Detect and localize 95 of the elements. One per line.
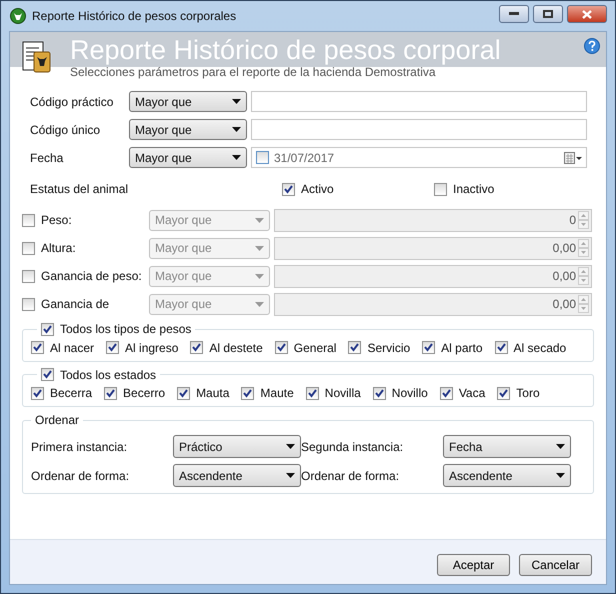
option-checkbox[interactable]: Al ingreso bbox=[106, 340, 178, 354]
option-checkbox[interactable]: Al parto bbox=[422, 340, 483, 354]
operator-dropdown[interactable]: Mayor que bbox=[129, 91, 247, 112]
caret-icon bbox=[232, 99, 241, 104]
field-label: Código único bbox=[30, 122, 102, 136]
value-field[interactable] bbox=[251, 119, 587, 140]
spinner-arrows-icon[interactable] bbox=[578, 295, 589, 313]
operator-dropdown[interactable]: Mayor que bbox=[129, 147, 247, 168]
caret-icon bbox=[556, 473, 565, 478]
check-icon bbox=[108, 343, 118, 352]
caret-icon bbox=[255, 246, 264, 250]
check-icon bbox=[33, 343, 42, 352]
option-checkbox[interactable]: Al nacer bbox=[31, 340, 94, 354]
maximize-button[interactable] bbox=[533, 5, 563, 23]
status-label: Estatus del animal bbox=[30, 182, 130, 196]
report-title: Reporte Histórico de pesos corporal bbox=[70, 36, 502, 64]
number-field[interactable]: 0,00 bbox=[274, 292, 592, 316]
group-checkbox[interactable]: Todos los tipos de pesos bbox=[41, 322, 192, 336]
check-icon bbox=[350, 343, 360, 352]
check-icon bbox=[106, 388, 116, 398]
number-field[interactable]: 0,00 bbox=[274, 236, 592, 260]
check-icon bbox=[442, 388, 451, 398]
value-field[interactable] bbox=[251, 91, 587, 112]
check-icon bbox=[243, 388, 252, 398]
caret-icon bbox=[255, 302, 264, 306]
field-label: Ordenar de forma: bbox=[31, 468, 130, 482]
check-icon bbox=[496, 343, 506, 352]
close-icon bbox=[582, 10, 592, 18]
number-field[interactable]: 0,00 bbox=[274, 264, 592, 288]
operator-dropdown[interactable]: Mayor que bbox=[129, 119, 247, 140]
caret-icon bbox=[255, 218, 264, 222]
check-icon bbox=[284, 184, 293, 194]
dialog-button[interactable]: Aceptar bbox=[437, 554, 510, 576]
status-checkbox[interactable]: Activo bbox=[282, 182, 434, 196]
caret-icon bbox=[232, 155, 241, 160]
date-picker[interactable]: 31/07/2017 bbox=[251, 147, 587, 168]
field-label: Primera instancia: bbox=[31, 440, 128, 454]
check-icon bbox=[276, 343, 286, 352]
option-checkbox[interactable]: General bbox=[274, 340, 336, 354]
check-icon bbox=[33, 388, 42, 398]
filter-checkbox[interactable]: Ganancia de peso: bbox=[22, 269, 149, 283]
field-label: Fecha bbox=[30, 150, 64, 164]
check-icon bbox=[43, 370, 52, 379]
check-icon bbox=[192, 343, 202, 352]
bull-icon bbox=[10, 8, 26, 24]
caret-icon bbox=[556, 444, 565, 449]
filter-checkbox[interactable]: Altura: bbox=[22, 241, 149, 255]
check-icon bbox=[43, 324, 52, 334]
option-checkbox[interactable]: Becerra bbox=[31, 386, 92, 400]
field-label: Segunda instancia: bbox=[301, 440, 404, 454]
status-checkbox[interactable]: Inactivo bbox=[434, 182, 586, 196]
caret-icon bbox=[286, 444, 295, 449]
option-checkbox[interactable]: Mauta bbox=[177, 386, 230, 400]
minimize-button[interactable] bbox=[499, 5, 529, 23]
spinner-arrows-icon[interactable] bbox=[578, 211, 589, 229]
spinner-arrows-icon[interactable] bbox=[578, 239, 589, 257]
filter-checkbox[interactable]: Peso: bbox=[22, 213, 149, 227]
number-field[interactable]: 0 bbox=[274, 208, 592, 232]
sort-dropdown[interactable]: Fecha bbox=[443, 435, 571, 458]
option-checkbox[interactable]: Becerro bbox=[104, 386, 166, 400]
check-icon bbox=[424, 343, 434, 352]
option-checkbox[interactable]: Novilla bbox=[306, 386, 361, 400]
field-label: Código práctico bbox=[30, 94, 114, 108]
sort-dropdown[interactable]: Ascendente bbox=[173, 464, 301, 487]
maximize-icon bbox=[543, 10, 553, 18]
option-checkbox[interactable]: Al destete bbox=[190, 340, 263, 354]
dialog-button[interactable]: Cancelar bbox=[519, 554, 592, 576]
sort-dropdown[interactable]: Práctico bbox=[173, 435, 301, 458]
group-checkbox[interactable]: Todos los estados bbox=[41, 368, 156, 382]
window-title: Reporte Histórico de pesos corporales bbox=[32, 9, 236, 23]
option-checkbox[interactable]: Maute bbox=[241, 386, 294, 400]
caret-icon bbox=[286, 473, 295, 478]
date-checkbox[interactable] bbox=[256, 151, 269, 164]
check-icon bbox=[499, 388, 508, 398]
help-icon[interactable] bbox=[584, 38, 600, 54]
caret-icon bbox=[232, 127, 241, 132]
sort-dropdown[interactable]: Ascendente bbox=[443, 464, 571, 487]
minimize-icon bbox=[509, 12, 519, 16]
close-button[interactable] bbox=[567, 5, 607, 23]
option-checkbox[interactable]: Toro bbox=[497, 386, 540, 400]
option-checkbox[interactable]: Vaca bbox=[440, 386, 486, 400]
field-label: Ordenar de forma: bbox=[301, 468, 400, 482]
report-subtitle: Selecciones parámetros para el reporte de la hacienda Demostrativa bbox=[70, 65, 437, 79]
check-icon bbox=[179, 388, 188, 398]
caret-icon bbox=[255, 274, 264, 278]
check-icon bbox=[374, 388, 384, 398]
spinner-arrows-icon[interactable] bbox=[578, 267, 589, 285]
check-icon bbox=[308, 388, 317, 398]
group-title: Ordenar bbox=[34, 413, 80, 427]
report-icon bbox=[22, 40, 52, 74]
option-checkbox[interactable]: Al secado bbox=[494, 340, 566, 354]
option-checkbox[interactable]: Novillo bbox=[372, 386, 428, 400]
calendar-icon[interactable] bbox=[564, 152, 582, 164]
option-checkbox[interactable]: Servicio bbox=[348, 340, 410, 354]
filter-checkbox[interactable]: Ganancia de bbox=[22, 297, 149, 311]
